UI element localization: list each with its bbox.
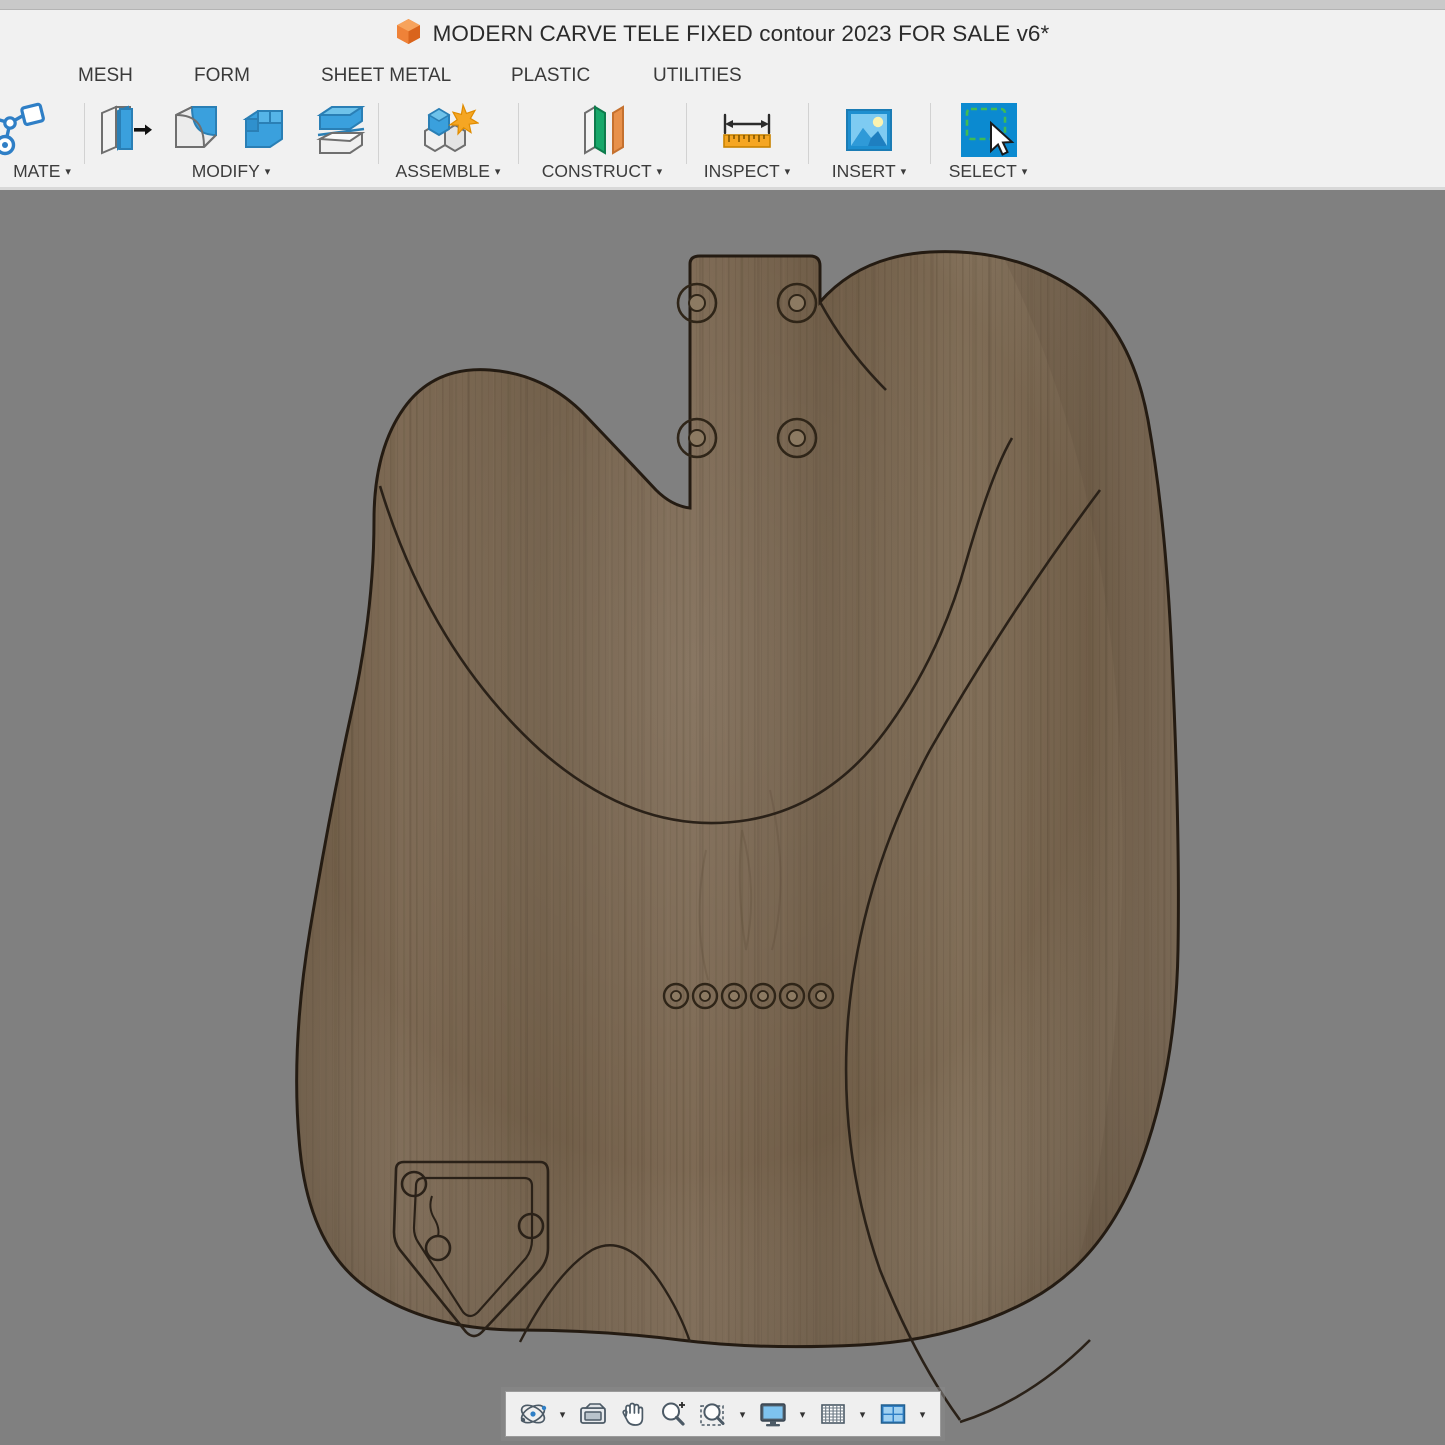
fillet-icon[interactable] [161,99,233,161]
panel-insert: INSERT ▾ [808,95,930,190]
grid-chevron-down-icon[interactable]: ▾ [854,1395,872,1433]
panel-modify-label[interactable]: MODIFY ▾ [192,161,271,190]
panel-assemble-tools [378,95,518,161]
panel-construct: CONSTRUCT ▾ [518,95,686,190]
split-body-icon[interactable] [305,99,377,161]
panel-automate: MATE ▾ [0,95,84,190]
new-component-icon[interactable] [378,99,518,161]
tab-sheet-metal[interactable]: SHEET METAL [321,65,451,87]
insert-canvas-image-icon[interactable] [808,99,930,161]
fusion-cube-icon [396,18,421,50]
viewport-chevron-down-icon[interactable]: ▾ [914,1395,932,1433]
panel-construct-label[interactable]: CONSTRUCT ▾ [542,161,662,190]
window-top-strip [0,0,1445,10]
look-at-camera-icon[interactable] [574,1395,612,1433]
panel-assemble-text: ASSEMBLE [396,161,490,182]
panel-insert-text: INSERT [832,161,896,182]
display-chevron-down-icon[interactable]: ▾ [794,1395,812,1433]
display-settings-monitor-icon[interactable] [754,1395,792,1433]
chevron-down-icon: ▾ [1022,167,1028,178]
belly-carve-line [960,1340,1090,1422]
panel-modify-text: MODIFY [192,161,260,182]
ribbon-tab-strip: E MESH FORM SHEET METAL PLASTIC UTILITIE… [0,57,1445,95]
automate-robot-icon[interactable] [0,99,67,161]
pan-hand-icon[interactable] [614,1395,652,1433]
zoom-window-fit-icon[interactable] [694,1395,732,1433]
panel-automate-label[interactable]: MATE ▾ [13,161,71,190]
panel-construct-tools [518,95,686,161]
tab-form[interactable]: FORM [194,65,250,87]
ribbon-toolbar: MATE ▾ [0,95,1445,190]
title-bar: MODERN CARVE TELE FIXED contour 2023 FOR… [0,10,1445,57]
tab-plastic[interactable]: PLASTIC [511,65,590,87]
zoom-magnifier-icon[interactable] [654,1395,692,1433]
fit-chevron-down-icon[interactable]: ▾ [734,1395,752,1433]
offset-plane-icon[interactable] [518,99,686,161]
panel-modify: MODIFY ▾ [84,95,378,190]
panel-inspect-tools [686,95,808,161]
panel-select-label[interactable]: SELECT ▾ [949,161,1028,190]
press-pull-icon[interactable] [89,99,161,161]
select-cursor-icon[interactable] [930,99,1046,161]
guitar-body-shape [280,230,1230,1390]
view-navigation-bar: ▾ [505,1391,941,1437]
guitar-body-model [0,190,1445,1445]
orbit-icon[interactable] [514,1395,552,1433]
chevron-down-icon: ▾ [657,167,663,178]
panel-insert-label[interactable]: INSERT ▾ [832,161,906,190]
panel-insert-tools [808,95,930,161]
3d-viewport-canvas[interactable]: ▾ [0,190,1445,1445]
panel-assemble: ASSEMBLE ▾ [378,95,518,190]
panel-select-tools [930,95,1046,161]
chevron-down-icon: ▾ [65,167,71,178]
panel-select-text: SELECT [949,161,1017,182]
grid-snaps-icon[interactable] [814,1395,852,1433]
combine-icon[interactable] [233,99,305,161]
chevron-down-icon: ▾ [901,167,907,178]
document-title: MODERN CARVE TELE FIXED contour 2023 FOR… [433,21,1050,47]
panel-inspect-text: INSPECT [704,161,780,182]
panel-automate-text: MATE [13,161,60,182]
chevron-down-icon: ▾ [495,167,501,178]
panel-construct-text: CONSTRUCT [542,161,652,182]
measure-ruler-icon[interactable] [686,99,808,161]
panel-automate-tools [17,95,67,161]
panel-inspect-label[interactable]: INSPECT ▾ [704,161,790,190]
viewport-layout-icon[interactable] [874,1395,912,1433]
panel-inspect: INSPECT ▾ [686,95,808,190]
tab-mesh[interactable]: MESH [78,65,133,87]
fusion360-window: MODERN CARVE TELE FIXED contour 2023 FOR… [0,0,1445,1445]
tab-utilities[interactable]: UTILITIES [653,65,742,87]
chevron-down-icon: ▾ [785,167,791,178]
chevron-down-icon: ▾ [265,167,271,178]
panel-select: SELECT ▾ [930,95,1046,190]
orbit-chevron-down-icon[interactable]: ▾ [554,1395,572,1433]
panel-assemble-label[interactable]: ASSEMBLE ▾ [396,161,501,190]
panel-modify-tools [85,95,377,161]
